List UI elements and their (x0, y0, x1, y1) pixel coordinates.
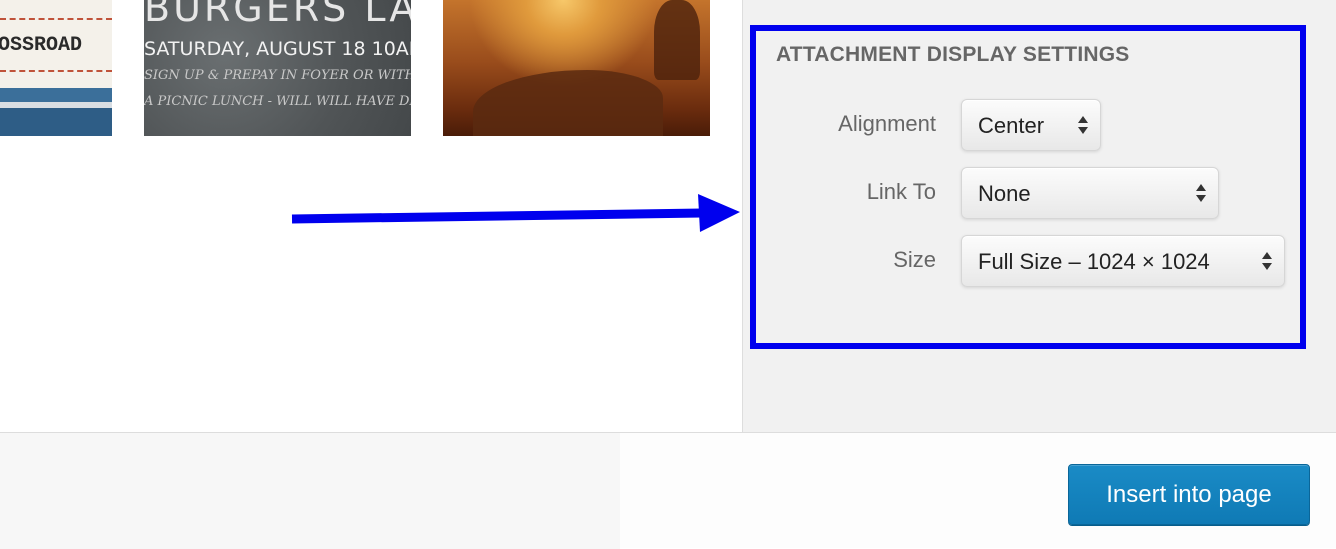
insert-into-page-button[interactable]: Insert into page (1068, 464, 1310, 525)
thumbnail-stripe (0, 88, 112, 102)
select-caret-icon (1196, 182, 1206, 206)
attachment-thumbnail-burgers-lake[interactable]: BURGERS LAKE SATURDAY, AUGUST 18 10AM SI… (144, 0, 411, 136)
divider (0, 18, 112, 20)
attachment-display-settings-heading: ATTACHMENT DISPLAY SETTINGS (776, 43, 1130, 66)
link-to-select-value: None (978, 181, 1031, 206)
thumbnail-title: BURGERS LAKE (144, 0, 411, 30)
divider (0, 70, 112, 72)
toolbar-left-pane (0, 433, 620, 549)
attachment-thumbnail-sunset[interactable] (443, 0, 710, 136)
size-label: Size (893, 247, 936, 272)
thumbnail-line: A PICNIC LUNCH - WILL WILL HAVE DRINKS &… (144, 94, 411, 109)
thumbnail-text: OSSROAD (0, 34, 83, 57)
alignment-label: Alignment (838, 111, 936, 136)
photo-silhouette (473, 70, 663, 136)
thumbnail-line: SIGN UP & PREPAY IN FOYER OR WITH TRAVIS… (144, 68, 411, 83)
link-to-label: Link To (866, 179, 936, 204)
size-select[interactable]: Full Size – 1024 × 1024 (961, 235, 1285, 287)
attachment-thumbnail-crossroads[interactable]: OSSROAD (0, 0, 112, 136)
media-grid: OSSROAD BURGERS LAKE SATURDAY, AUGUST 18… (0, 0, 742, 432)
select-caret-icon (1078, 114, 1088, 138)
link-to-select[interactable]: None (961, 167, 1219, 219)
alignment-select-value: Center (978, 113, 1045, 138)
thumbnail-subtitle: SATURDAY, AUGUST 18 10AM (144, 38, 411, 60)
photo-silhouette (654, 0, 700, 80)
thumbnail-stripe (0, 108, 112, 136)
arrow-right-icon (291, 194, 740, 232)
size-select-value: Full Size – 1024 × 1024 (978, 249, 1210, 274)
select-caret-icon (1262, 250, 1272, 274)
alignment-select[interactable]: Center (961, 99, 1101, 151)
